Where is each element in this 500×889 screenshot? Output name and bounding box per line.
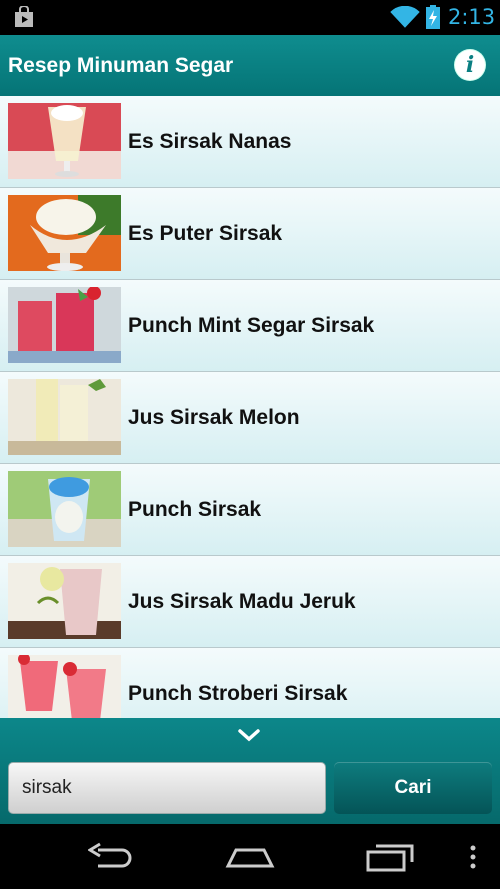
search-input[interactable]: sirsak bbox=[8, 762, 326, 814]
list-item[interactable]: Punch Sirsak bbox=[0, 464, 500, 556]
recipe-name: Jus Sirsak Melon bbox=[128, 406, 300, 429]
search-button[interactable]: Cari bbox=[334, 762, 492, 814]
app-title: Resep Minuman Segar bbox=[8, 54, 234, 77]
recipe-name: Es Puter Sirsak bbox=[128, 222, 283, 245]
list-item[interactable]: Punch Stroberi Sirsak bbox=[0, 648, 500, 718]
recipe-thumbnail bbox=[8, 379, 121, 455]
status-bar: 2:13 bbox=[0, 0, 500, 35]
recipe-thumbnail bbox=[8, 563, 121, 639]
home-icon[interactable] bbox=[224, 842, 276, 877]
recipe-list: Es Sirsak Nanas Es Puter Sirsak Punch Mi… bbox=[0, 96, 500, 718]
recent-apps-icon[interactable] bbox=[366, 842, 416, 877]
clock: 2:13 bbox=[448, 5, 496, 29]
chevron-down-icon[interactable] bbox=[238, 728, 260, 747]
action-bar: Resep Minuman Segar i bbox=[0, 35, 500, 97]
recipe-name: Punch Stroberi Sirsak bbox=[128, 682, 348, 705]
recipe-name: Jus Sirsak Madu Jeruk bbox=[128, 590, 356, 613]
search-panel: sirsak Cari bbox=[0, 718, 500, 824]
navigation-bar bbox=[0, 824, 500, 889]
recipe-thumbnail bbox=[8, 471, 121, 547]
wifi-icon bbox=[390, 5, 420, 33]
list-item[interactable]: Punch Mint Segar Sirsak bbox=[0, 280, 500, 372]
recipe-thumbnail bbox=[8, 195, 121, 271]
battery-charging-icon bbox=[426, 5, 440, 34]
list-item[interactable]: Es Puter Sirsak bbox=[0, 188, 500, 280]
recipe-name: Punch Mint Segar Sirsak bbox=[128, 314, 375, 337]
recipe-thumbnail bbox=[8, 103, 121, 179]
recipe-thumbnail bbox=[8, 655, 121, 718]
list-item[interactable]: Es Sirsak Nanas bbox=[0, 96, 500, 188]
info-icon[interactable]: i bbox=[455, 50, 485, 80]
store-icon bbox=[12, 5, 36, 33]
recipe-thumbnail bbox=[8, 287, 121, 363]
list-item[interactable]: Jus Sirsak Melon bbox=[0, 372, 500, 464]
recipe-name: Punch Sirsak bbox=[128, 498, 262, 521]
list-item[interactable]: Jus Sirsak Madu Jeruk bbox=[0, 556, 500, 648]
recipe-name: Es Sirsak Nanas bbox=[128, 130, 292, 153]
back-icon[interactable] bbox=[87, 842, 134, 877]
overflow-menu-icon[interactable] bbox=[469, 842, 477, 877]
